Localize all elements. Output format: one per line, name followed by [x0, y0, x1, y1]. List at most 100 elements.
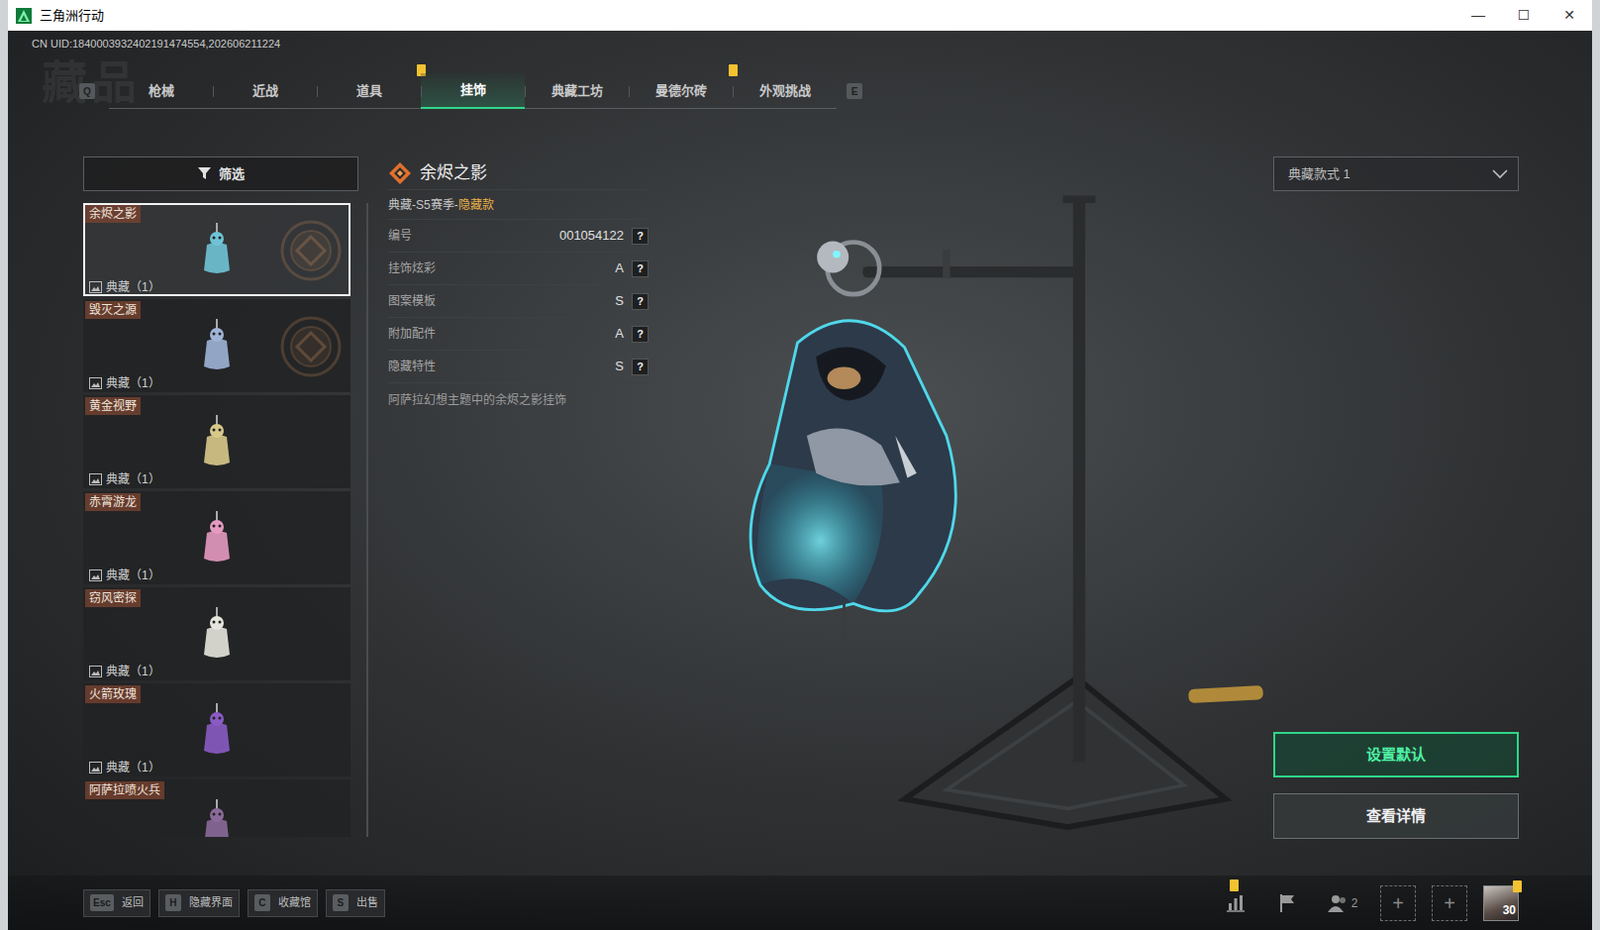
item-head: 阿萨拉喷火兵: [85, 781, 349, 800]
tray-text: 30: [1502, 900, 1516, 919]
stat-value: S: [614, 291, 624, 311]
item-panel: 筛选余烬之影典藏（1）毁灭之源典藏（1）黄金视野典藏（1）赤霄游龙典藏（1）窃风…: [83, 156, 369, 876]
hotkey-label: 隐藏界面: [189, 894, 233, 911]
tab-label: 外观挑战: [759, 81, 811, 101]
item-tag: 典藏（1）: [105, 374, 161, 393]
filter-button[interactable]: 筛选: [83, 156, 359, 192]
help-button[interactable]: ?: [631, 325, 649, 343]
add-slot[interactable]: +: [1431, 885, 1468, 921]
stat-row: 附加配件 A?: [388, 317, 649, 351]
item-head: 黄金视野: [85, 397, 349, 415]
item-preview: [85, 606, 349, 663]
stat-label: 编号: [388, 226, 412, 245]
style-value: 典藏款式 1: [1288, 164, 1351, 185]
style-dropdown[interactable]: 典藏款式 1: [1273, 156, 1519, 192]
hotkey[interactable]: H 隐藏界面: [158, 889, 240, 917]
friends-button[interactable]: 2: [1320, 885, 1365, 921]
picture-icon: [89, 281, 102, 294]
item-name: 余烬之影: [85, 204, 141, 223]
item-head: 毁灭之源: [85, 300, 349, 319]
chart-icon: [1225, 894, 1246, 912]
tab-label: 曼德尔砖: [655, 81, 707, 101]
tab[interactable]: 挂饰: [420, 73, 525, 109]
tab[interactable]: 枪械: [108, 73, 213, 109]
charm-thumbnail-icon: [200, 222, 234, 279]
friends-icon: [1327, 894, 1348, 912]
action-panel: 典藏款式 1 设置默认查看详情: [1273, 156, 1519, 876]
hotkey[interactable]: Esc返回: [83, 889, 151, 917]
charm-thumbnail-icon: [200, 702, 234, 759]
tray: 2 + +30: [1217, 885, 1519, 921]
filter-label: 筛选: [218, 164, 245, 185]
item-footer: 典藏（1）: [85, 278, 349, 299]
help-button[interactable]: ?: [631, 227, 649, 245]
mission-button[interactable]: [1269, 885, 1305, 921]
tray-text: +: [1392, 888, 1404, 918]
hotkey-label: 收藏馆: [278, 894, 311, 911]
stat-row: 编号 001054122?: [388, 219, 649, 253]
item-preview: [85, 510, 349, 567]
preview-stage[interactable]: [648, 156, 1274, 876]
app-logo-icon: [15, 7, 32, 24]
detail-title-row: 余烬之影: [388, 156, 649, 191]
item-name: 黄金视野: [85, 397, 141, 415]
stat-value-group: 001054122?: [559, 225, 649, 246]
list-item[interactable]: 余烬之影典藏（1）: [83, 202, 351, 297]
main-area: 筛选余烬之影典藏（1）毁灭之源典藏（1）黄金视野典藏（1）赤霄游龙典藏（1）窃风…: [7, 108, 1593, 876]
list-item[interactable]: 阿萨拉喷火兵: [83, 779, 351, 837]
stat-label: 图案模板: [388, 292, 436, 310]
tab[interactable]: 典藏工坊: [524, 73, 629, 109]
stat-label: 挂饰炫彩: [388, 259, 436, 278]
set-default-button[interactable]: 设置默认: [1273, 731, 1519, 778]
tab[interactable]: 外观挑战: [732, 73, 837, 109]
view-details-button[interactable]: 查看详情: [1273, 793, 1519, 839]
help-button[interactable]: ?: [631, 260, 649, 278]
game-screen: 藏品CN UID:1840003932402191474554,20260621…: [7, 30, 1593, 930]
hotkey-key: H: [165, 894, 182, 911]
stat-value: S: [614, 356, 624, 377]
picture-icon: [89, 569, 102, 582]
next-tab-key[interactable]: E: [846, 83, 863, 100]
list-item[interactable]: 赤霄游龙典藏（1）: [83, 491, 351, 585]
item-footer: 典藏（1）: [85, 470, 349, 491]
item-tag: 典藏（1）: [105, 278, 161, 297]
stat-value: A: [614, 323, 624, 344]
tab[interactable]: 曼德尔砖: [628, 73, 733, 109]
picture-icon: [89, 377, 102, 390]
funnel-icon: [198, 167, 211, 181]
minimize-button[interactable]: —: [1455, 4, 1501, 26]
list-item[interactable]: 黄金视野典藏（1）: [83, 395, 351, 489]
help-button[interactable]: ?: [631, 293, 649, 310]
bottom-bar: Esc返回 H 隐藏界面 C 收藏馆 S出售 2 + +30: [7, 875, 1593, 930]
header: 藏品CN UID:1840003932402191474554,20260621…: [7, 30, 1593, 109]
tab[interactable]: 道具: [316, 73, 421, 109]
hotkey-key: C: [254, 894, 271, 911]
add-slot[interactable]: +: [1380, 885, 1416, 921]
stats-button[interactable]: [1217, 885, 1254, 921]
item-name: 毁灭之源: [85, 300, 141, 319]
close-button[interactable]: ✕: [1546, 4, 1593, 26]
player-avatar[interactable]: 30: [1483, 885, 1519, 921]
charm-model-icon[interactable]: [648, 156, 1274, 876]
emblem-icon: [279, 314, 343, 379]
hotkey[interactable]: S出售: [325, 889, 386, 917]
list-item[interactable]: 火箭玫瑰典藏（1）: [83, 683, 351, 777]
list-item[interactable]: 毁灭之源典藏（1）: [83, 299, 351, 393]
charm-thumbnail-icon: [200, 606, 234, 663]
stat-value-group: A?: [614, 323, 649, 344]
uid-label: CN UID:1840003932402191474554,2026062112…: [7, 30, 1593, 52]
stat-label: 附加配件: [388, 324, 436, 343]
tab-list: 枪械近战道具挂饰典藏工坊 曼德尔砖 外观挑战: [108, 73, 837, 109]
notify-badge: [1512, 880, 1522, 893]
list-item[interactable]: 窃风密探典藏（1）: [83, 587, 351, 681]
hotkey[interactable]: C 收藏馆: [247, 889, 318, 917]
item-preview: [85, 702, 349, 759]
prev-tab-key[interactable]: Q: [79, 83, 96, 100]
stat-row: 图案模板 S?: [388, 285, 649, 318]
item-tag: 典藏（1）: [105, 470, 161, 489]
tray-text: 2: [1351, 894, 1359, 912]
help-button[interactable]: ?: [631, 358, 649, 376]
tab[interactable]: 近战: [212, 73, 317, 109]
picture-icon: [89, 665, 102, 678]
maximize-button[interactable]: ☐: [1500, 4, 1547, 26]
